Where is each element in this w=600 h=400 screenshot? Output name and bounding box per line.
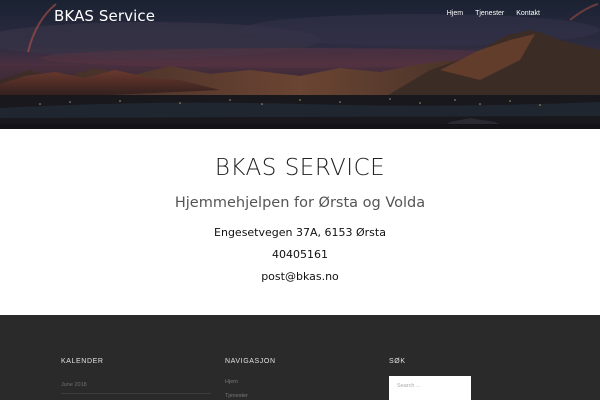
nav-link-tjenester[interactable]: Tjenester: [475, 10, 504, 17]
search-widget-title: SØK: [389, 358, 406, 365]
nav-link-kontakt[interactable]: Kontakt: [516, 10, 540, 17]
contact-address: Engesetvegen 37A, 6153 Ørsta: [214, 226, 386, 239]
main-content: BKAS SERVICE Hjemmehjelpen for Ørsta og …: [0, 129, 600, 315]
calendar-widget-title: KALENDER: [61, 358, 104, 365]
page-subtitle: Hjemmehjelpen for Ørsta og Volda: [174, 195, 426, 211]
calendar-divider: [61, 393, 211, 394]
page-title: BKAS SERVICE: [214, 155, 386, 181]
calendar-caption: June 2018: [61, 382, 87, 388]
contact-email: post@bkas.no: [261, 270, 339, 283]
nav-link-hjem[interactable]: Hjem: [447, 10, 463, 17]
footer-link-tjenester[interactable]: Tjenester: [225, 393, 248, 399]
top-navigation: Hjem Tjenester Kontakt: [447, 10, 540, 17]
navigation-widget-title: NAVIGASJON: [225, 358, 276, 365]
hero-header: BKAS Service Hjem Tjenester Kontakt: [0, 0, 600, 129]
footer-link-hjem[interactable]: Hjem: [225, 379, 238, 385]
contact-phone: 40405161: [272, 248, 328, 261]
site-title[interactable]: BKAS Service: [54, 7, 155, 25]
search-input[interactable]: [389, 376, 471, 400]
footer-widgets: KALENDER June 2018 NAVIGASJON Hjem Tjene…: [0, 315, 600, 400]
